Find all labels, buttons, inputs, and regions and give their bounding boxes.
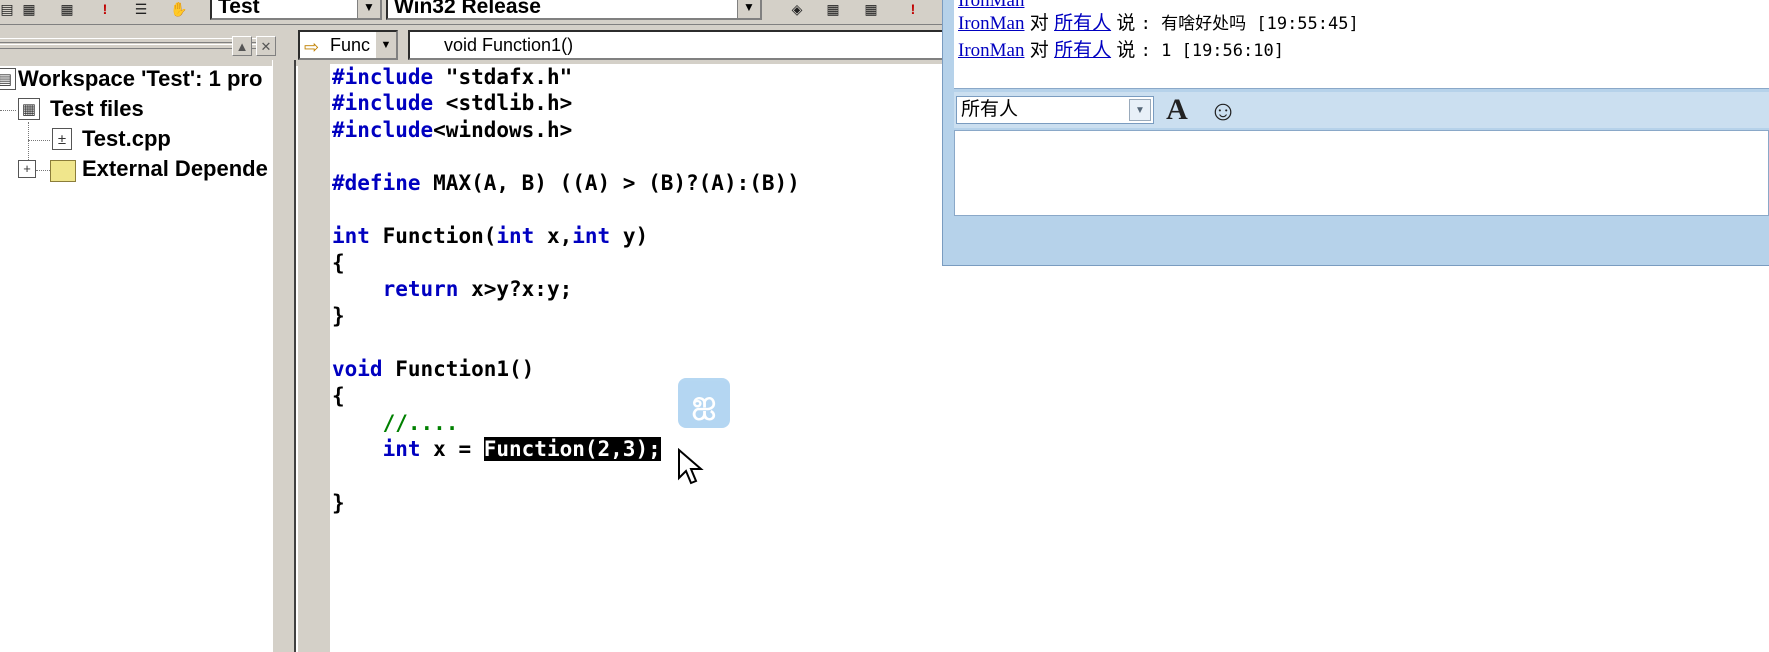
code-token: x>y?x:y; xyxy=(458,277,573,301)
chat-username-link[interactable]: IronMan xyxy=(958,13,1024,34)
code-line: #include <stdlib.h> xyxy=(332,90,572,116)
build-execute-icon[interactable]: ! xyxy=(94,0,116,18)
class-function-combo[interactable]: ⇨ Func ▼ xyxy=(298,30,398,60)
code-token: <windows.h> xyxy=(433,118,573,142)
chevron-down-icon[interactable]: ▼ xyxy=(737,0,760,18)
output-view-icon[interactable]: ▦ xyxy=(56,0,78,18)
tree-item-test-files[interactable]: Test files xyxy=(50,96,144,122)
code-comment: //.... xyxy=(332,411,459,435)
code-token: #include xyxy=(332,118,434,142)
chat-say-word: 说 xyxy=(1116,13,1136,34)
code-line: int x = Function(2,3); xyxy=(332,436,661,462)
workspace-icon: ▤ xyxy=(0,68,16,90)
open-workspace-icon[interactable]: ▤ xyxy=(0,0,18,18)
chevron-down-icon[interactable]: ▼ xyxy=(376,32,396,58)
workspace-titlebar: ▲ ✕ xyxy=(0,26,316,66)
code-line: { xyxy=(332,251,345,275)
code-token: #include xyxy=(332,65,434,89)
code-token: int xyxy=(382,437,421,461)
chat-message-list[interactable]: IronMan IronMan 对 所有人 说 : 有啥好处吗 [19:55:4… xyxy=(954,0,1769,89)
chat-to-word: 对 xyxy=(1029,13,1049,34)
code-token: #define xyxy=(332,171,421,195)
code-token: y) xyxy=(610,224,649,248)
code-token: "stdafx.h" xyxy=(433,65,573,89)
code-token: <stdlib.h> xyxy=(433,91,573,115)
tree-connector xyxy=(36,170,50,171)
code-token: Function1() xyxy=(382,357,535,381)
member-combo-value: void Function1() xyxy=(444,35,574,55)
recipient-select[interactable]: 所有人 ▼ xyxy=(956,96,1154,124)
arrow-right-icon: ⇨ xyxy=(304,37,320,57)
execute-icon[interactable]: ! xyxy=(902,0,924,18)
chat-message: IronMan 对 所有人 说 : 有啥好处吗 [19:55:45] xyxy=(958,8,1359,35)
project-combo-value: Test xyxy=(218,0,260,18)
hand-icon[interactable]: ✋ xyxy=(168,0,190,18)
chat-message: IronMan 对 所有人 说 : 1 [19:56:10] xyxy=(958,35,1284,62)
code-line: } xyxy=(332,304,345,328)
chat-say-word: 说 xyxy=(1116,40,1136,61)
mouse-pointer-icon xyxy=(678,448,704,485)
code-token: void xyxy=(332,357,383,381)
tree-connector xyxy=(28,140,50,141)
code-token: x, xyxy=(534,224,573,248)
code-line: int Function(int x,int y) xyxy=(332,223,648,249)
code-line: #include<windows.h> xyxy=(332,117,572,143)
configuration-combo-value: Win32 Release xyxy=(394,0,541,18)
input-method-icon[interactable]: ஐ xyxy=(678,378,730,428)
code-line: } xyxy=(332,491,345,515)
tree-connector xyxy=(0,110,16,111)
insert-breakpoint-icon[interactable]: ☰ xyxy=(130,0,152,18)
code-line: void Function1() xyxy=(332,356,534,382)
workspace-grip[interactable] xyxy=(0,44,258,49)
code-token: #include xyxy=(332,91,434,115)
chat-message-text: : 1 [19:56:10] xyxy=(1140,41,1284,61)
cpp-file-icon: ± xyxy=(52,128,72,150)
code-token: Function( xyxy=(369,224,497,248)
selected-text[interactable]: Function(2,3); xyxy=(483,437,661,461)
emoji-icon[interactable]: ☺ xyxy=(1206,94,1240,128)
tree-item-workspace[interactable]: Workspace 'Test': 1 pro xyxy=(18,66,262,92)
chevron-down-icon[interactable]: ▼ xyxy=(1129,99,1151,121)
maximize-panel-icon[interactable]: ▲ xyxy=(232,36,252,56)
code-token: x = xyxy=(420,437,484,461)
configuration-combo[interactable]: Win32 Release ▼ xyxy=(386,0,762,20)
code-token: return xyxy=(382,277,459,301)
workspace-tree xyxy=(0,66,310,652)
project-files-icon: ▦ xyxy=(18,98,40,120)
chevron-down-icon[interactable]: ▼ xyxy=(357,0,380,18)
workspace-grip[interactable] xyxy=(0,38,258,43)
chat-target-link[interactable]: 所有人 xyxy=(1054,13,1111,34)
editor-gutter[interactable] xyxy=(298,64,330,652)
recipient-value: 所有人 xyxy=(961,99,1019,120)
compile-icon[interactable]: ◈ xyxy=(786,0,808,18)
tree-item-external-dependencies[interactable]: External Depende xyxy=(82,156,268,182)
workspace-view-icon[interactable]: ▦ xyxy=(18,0,40,18)
chat-username-link[interactable]: IronMan xyxy=(958,40,1024,61)
stop-build-icon[interactable]: ▦ xyxy=(860,0,882,18)
folder-icon xyxy=(50,160,76,182)
code-line: #define MAX(A, B) ((A) > (B)?(A):(B)) xyxy=(332,170,800,196)
panel-splitter[interactable] xyxy=(272,60,296,652)
expand-plus-icon[interactable]: + xyxy=(18,160,36,178)
code-token: int xyxy=(572,224,611,248)
chat-target-link[interactable]: 所有人 xyxy=(1054,40,1111,61)
member-combo[interactable]: void Function1() xyxy=(408,30,956,60)
project-combo[interactable]: Test ▼ xyxy=(210,0,382,20)
code-line: #include "stdafx.h" xyxy=(332,64,572,90)
code-token: int xyxy=(332,224,370,248)
build-icon[interactable]: ▦ xyxy=(822,0,844,18)
code-line: return x>y?x:y; xyxy=(332,276,573,302)
close-panel-icon[interactable]: ✕ xyxy=(256,36,276,56)
chat-to-word: 对 xyxy=(1029,40,1049,61)
code-line: { xyxy=(332,384,345,408)
code-token: int xyxy=(496,224,535,248)
font-button[interactable]: A xyxy=(1162,92,1192,128)
chat-message-input[interactable] xyxy=(954,130,1769,216)
class-function-value: Func xyxy=(330,35,371,55)
chat-message-text: : 有啥好处吗 [19:55:45] xyxy=(1140,14,1359,34)
code-token: MAX(A, B) ((A) > (B)?(A):(B)) xyxy=(420,171,800,195)
tree-item-test-cpp[interactable]: Test.cpp xyxy=(82,126,171,152)
